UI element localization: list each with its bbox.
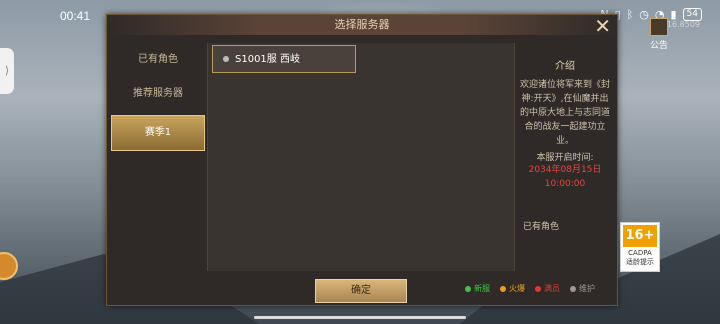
sidebar-item-recommended[interactable]: 推荐服务器 xyxy=(111,77,205,111)
info-description: 欢迎诸位将军来到《封神:开天》,在仙魔并出的中原大地上与志同道合的战友一起建功立… xyxy=(519,80,610,146)
info-title: 介绍 xyxy=(555,61,575,72)
open-time: 10:00:00 xyxy=(544,179,586,189)
server-entry[interactable]: S1001服 西岐 xyxy=(212,45,356,73)
bluetooth-icon: ᛒ xyxy=(626,8,634,21)
server-status-legend: 新服 火爆 满员 维护 xyxy=(465,283,595,294)
legend-full: 满员 xyxy=(535,283,560,294)
age-rating-label: 适龄提示 xyxy=(626,258,654,266)
legend-maintenance-dot xyxy=(570,285,576,292)
open-date: 2034年08月15日 xyxy=(528,165,602,175)
notice-button[interactable]: 公告 xyxy=(646,18,672,51)
server-status-dot xyxy=(223,56,229,62)
side-drawer-handle[interactable]: ⟩ xyxy=(0,48,14,94)
notice-label: 公告 xyxy=(649,41,668,51)
server-category-sidebar: 已有角色 推荐服务器 赛季1 xyxy=(111,43,205,271)
age-rating-number: 16+ xyxy=(623,225,657,247)
legend-full-dot xyxy=(535,285,541,292)
legend-new-dot xyxy=(465,285,471,292)
legend-hot: 火爆 xyxy=(500,283,525,294)
legend-hot-dot xyxy=(500,285,506,292)
sidebar-item-existing-roles[interactable]: 已有角色 xyxy=(111,43,205,77)
open-time-label: 本服开启时间: xyxy=(536,153,594,163)
dialog-title: 选择服务器 xyxy=(107,15,617,35)
sidebar-item-season1[interactable]: 赛季1 xyxy=(111,115,205,151)
floating-assistant-icon[interactable] xyxy=(0,252,18,280)
age-rating-badge[interactable]: 16+ CADPA 适龄提示 xyxy=(620,222,660,272)
server-info-panel: 介绍 欢迎诸位将军来到《封神:开天》,在仙魔并出的中原大地上与志同道合的战友一起… xyxy=(517,43,613,271)
legend-new: 新服 xyxy=(465,283,490,294)
server-select-dialog: 选择服务器 ✕ 已有角色 推荐服务器 赛季1 S1001服 西岐 介绍 欢迎诸位… xyxy=(106,14,618,306)
existing-role-label: 已有角色 xyxy=(523,222,560,232)
confirm-button[interactable]: 确定 xyxy=(315,279,407,303)
server-list: S1001服 西岐 xyxy=(207,43,515,271)
server-name: S1001服 西岐 xyxy=(235,54,300,65)
legend-maintenance: 维护 xyxy=(570,283,595,294)
gesture-bar[interactable] xyxy=(254,316,466,319)
close-icon[interactable]: ✕ xyxy=(594,15,611,37)
age-rating-org: CADPA xyxy=(628,249,652,257)
clock: 00:41 xyxy=(60,9,91,23)
notice-icon xyxy=(650,18,668,36)
